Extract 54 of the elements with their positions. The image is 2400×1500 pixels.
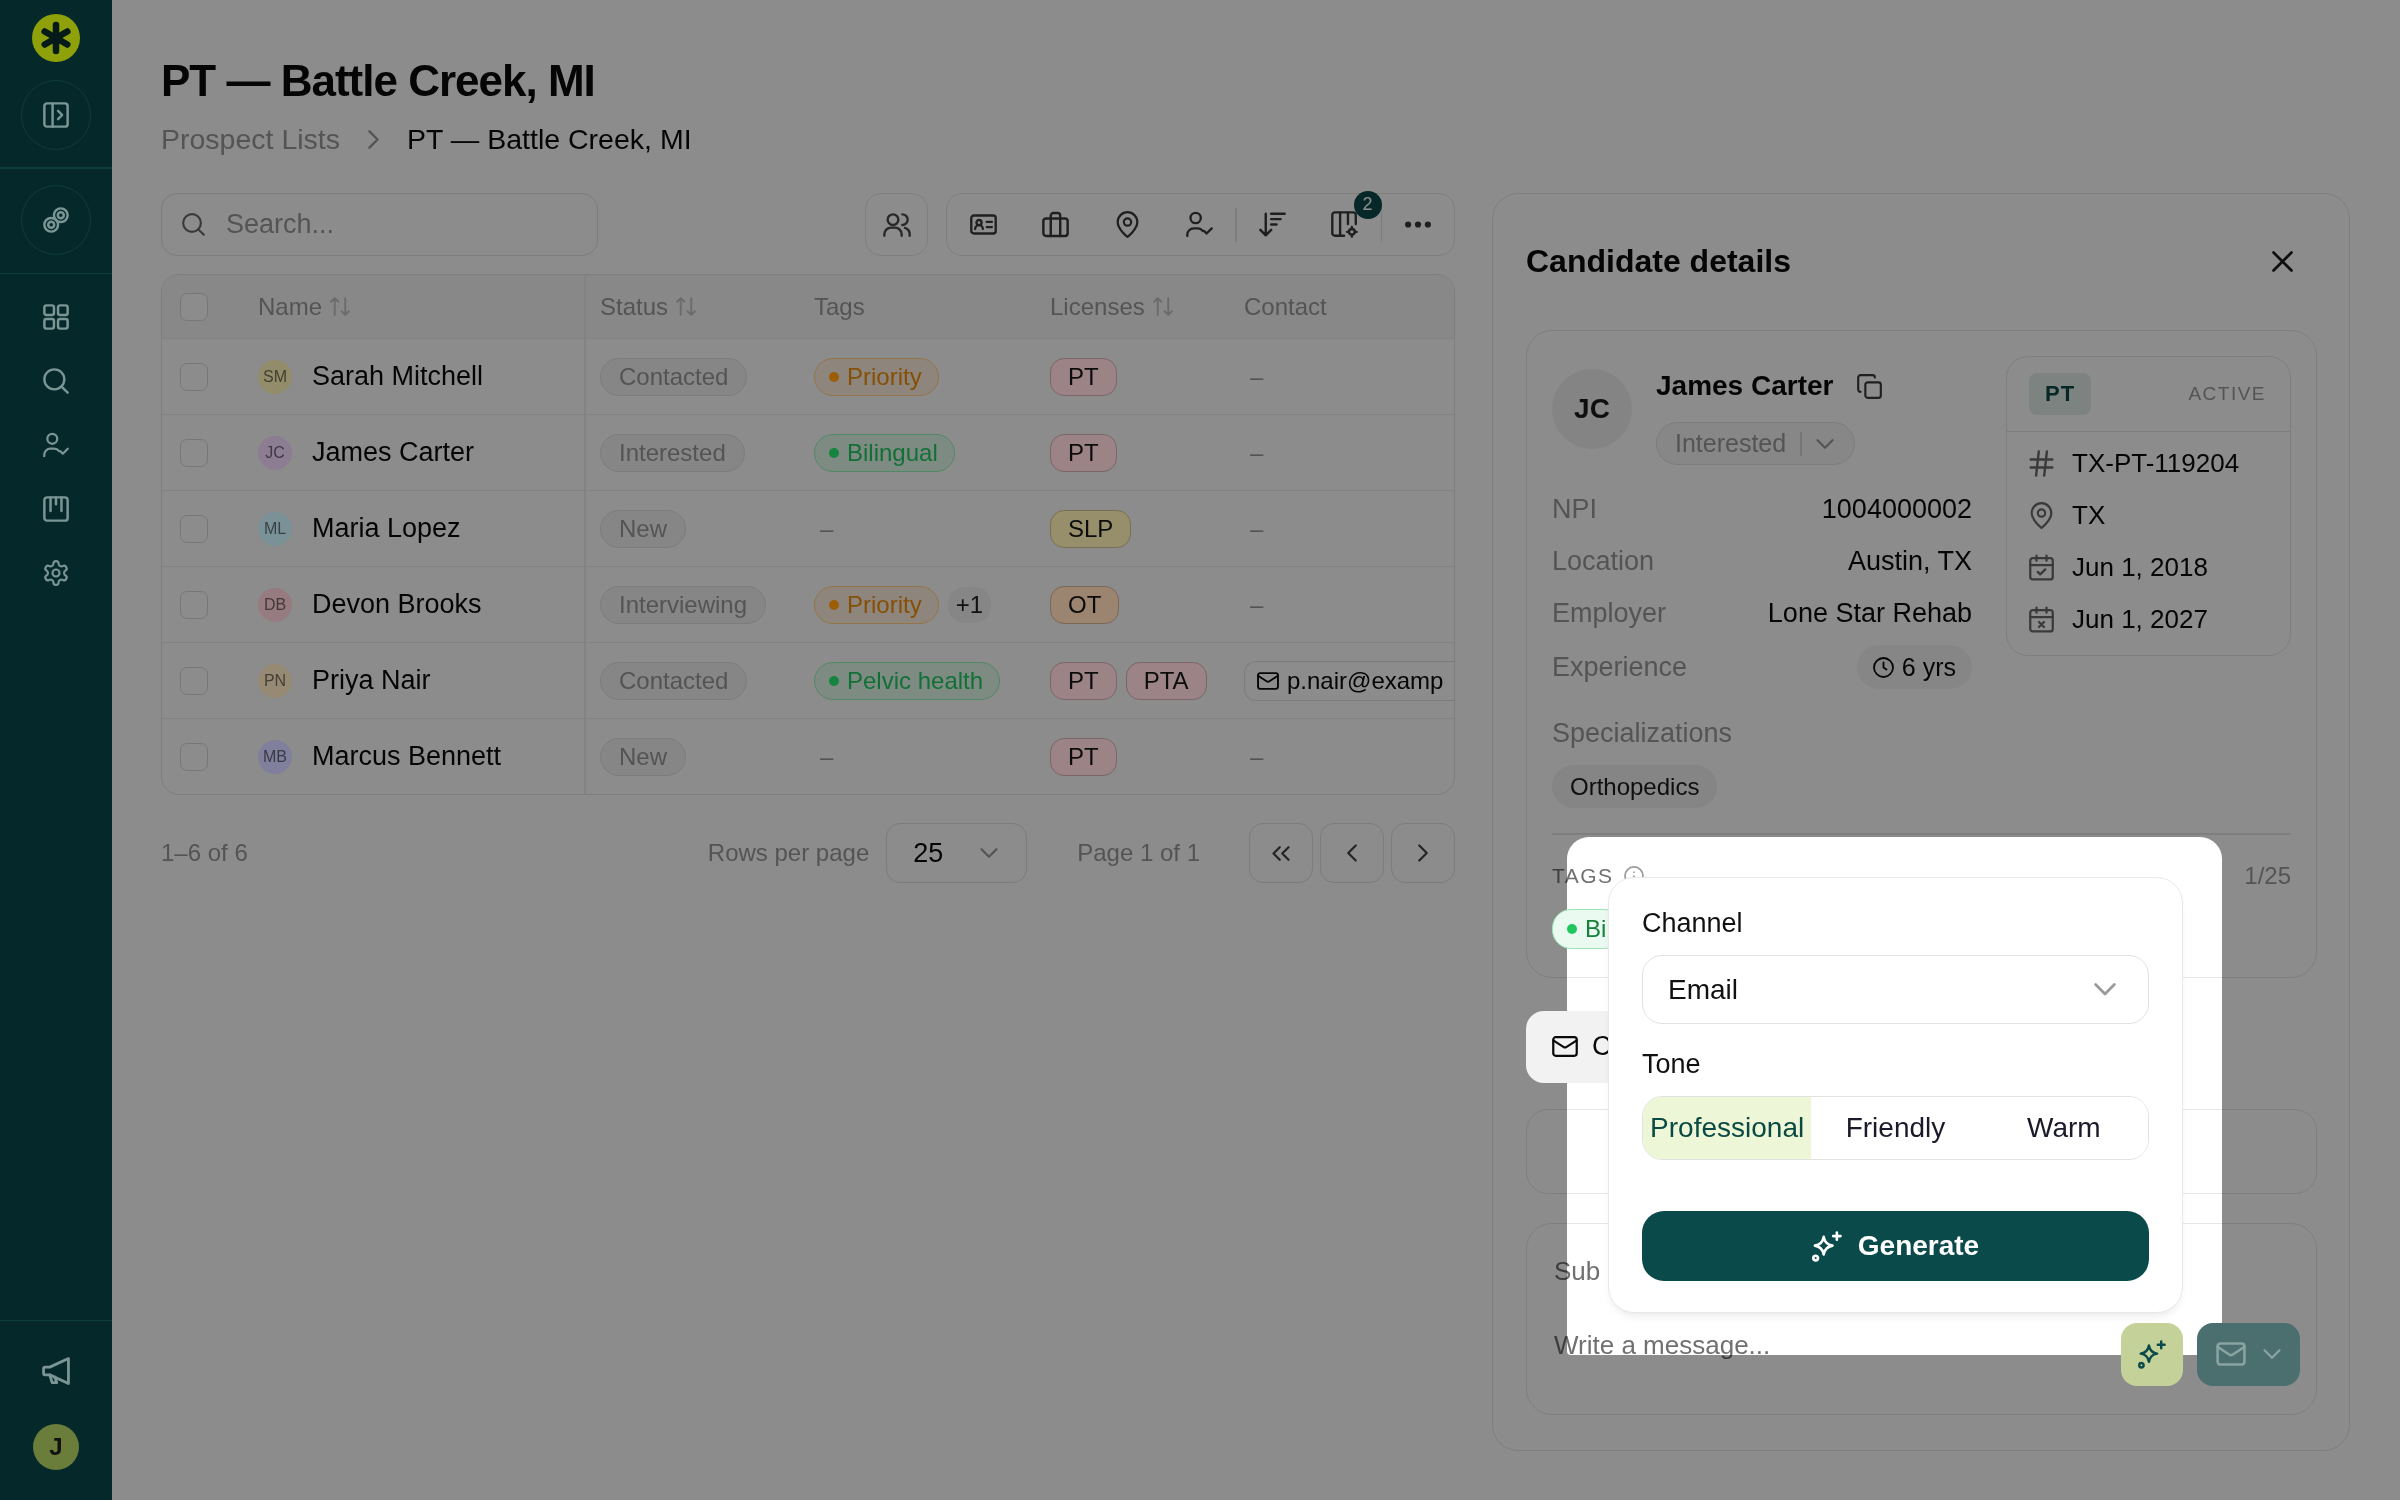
- experience-value: 6 yrs: [1901, 652, 1956, 682]
- empty-value: –: [1249, 514, 1264, 543]
- more-tags-count: +1: [947, 586, 992, 623]
- license-type-pill: PT: [2029, 373, 2092, 415]
- page-indicator: Page 1 of 1: [1077, 839, 1200, 867]
- row-range: 1–6 of 6: [161, 839, 248, 867]
- license-pill: PT: [1050, 433, 1117, 472]
- tag-label: Priority: [847, 590, 922, 619]
- license-detail: TX-PT-119204: [2072, 447, 2240, 479]
- license-pill: OT: [1050, 585, 1120, 624]
- license-pill: PT: [1050, 357, 1117, 396]
- license-detail: Jun 1, 2027: [2072, 603, 2208, 635]
- initials-avatar: PN: [258, 663, 292, 698]
- field-label: Location: [1552, 545, 1655, 577]
- empty-value: –: [819, 514, 834, 543]
- page-title: PT — Battle Creek, MI: [161, 55, 596, 107]
- tag-label: Pelvic health: [847, 666, 984, 695]
- tag-label: Priority: [847, 362, 922, 391]
- count-badge: 2: [1353, 190, 1382, 219]
- rows-per-page-label: Rows per page: [707, 839, 870, 867]
- license-detail: Jun 1, 2018: [2072, 551, 2208, 583]
- field-label: Experience: [1552, 651, 1688, 683]
- license-pill: SLP: [1050, 509, 1132, 548]
- license-pill: PT: [1050, 661, 1117, 700]
- tag-label: Bi: [1585, 914, 1607, 943]
- field-label: Channel: [1642, 907, 1744, 940]
- empty-value: –: [1249, 742, 1264, 771]
- empty-value: –: [1249, 362, 1264, 391]
- field-value: 1004000002: [1821, 493, 1972, 525]
- initials-avatar: ML: [258, 511, 292, 546]
- breadcrumb-current: PT — Battle Creek, MI: [407, 122, 692, 156]
- initials-avatar: SM: [258, 359, 292, 394]
- initials-avatar: JC: [258, 435, 292, 470]
- empty-value: –: [1249, 590, 1264, 619]
- empty-value: –: [1249, 438, 1264, 467]
- field-value: Austin, TX: [1847, 545, 1972, 577]
- license-status: ACTIVE: [2188, 383, 2266, 405]
- initials-avatar: MB: [258, 739, 292, 774]
- field-label: Tone: [1642, 1048, 1702, 1081]
- license-detail: TX: [2072, 499, 2106, 531]
- field-value: Lone Star Rehab: [1767, 597, 1972, 629]
- tag-count: 1/25: [2244, 861, 2291, 890]
- field-label: Employer: [1552, 597, 1667, 629]
- license-pill: PTA: [1125, 661, 1207, 700]
- initials-avatar: JC: [1552, 369, 1632, 449]
- specialization-pill: Orthopedics: [1552, 765, 1718, 808]
- candidate-name: James Carter: [1656, 370, 1834, 402]
- tag-label: Bilingual: [847, 438, 938, 467]
- field-label: NPI: [1552, 493, 1597, 525]
- section-label: Specializations: [1552, 717, 1734, 750]
- empty-value: –: [819, 742, 834, 771]
- panel-title: Candidate details: [1526, 242, 1791, 280]
- license-pill: PT: [1050, 737, 1117, 776]
- initials-avatar: DB: [258, 587, 292, 622]
